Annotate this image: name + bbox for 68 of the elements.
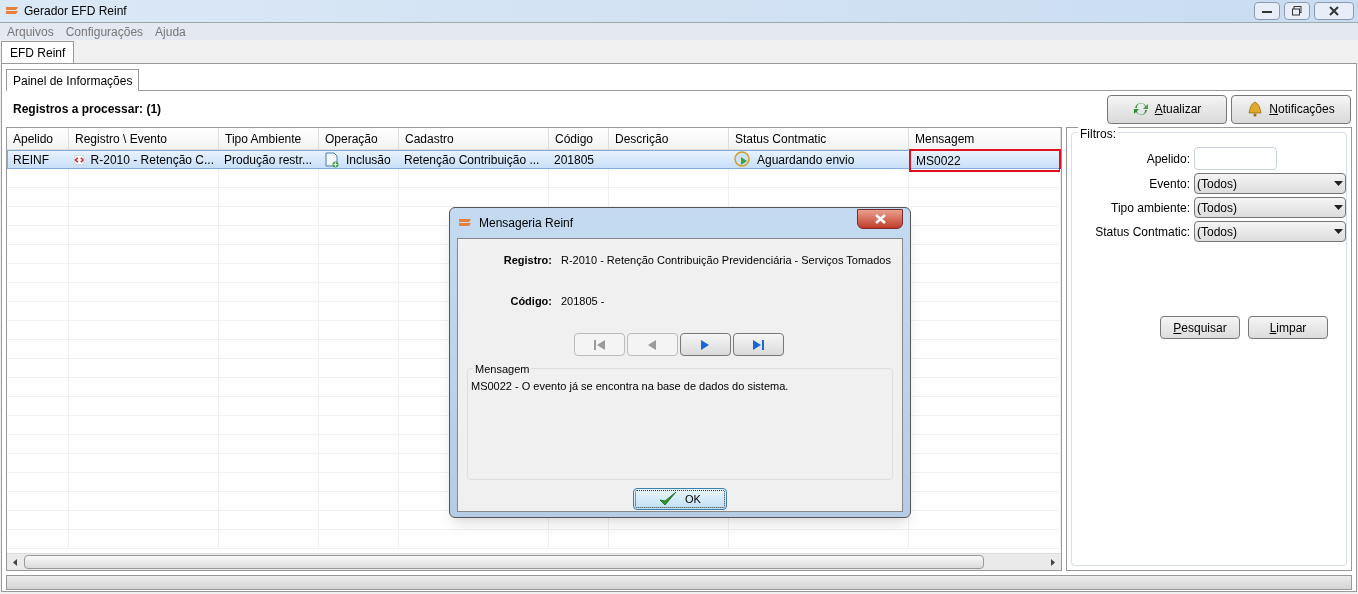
column-header[interactable]: Operação [319, 128, 399, 149]
app-logo-icon [457, 217, 473, 229]
field-value: 201805 - [561, 293, 605, 309]
records-count-label: Registros a processar: (1) [13, 101, 163, 118]
checkmark-icon [659, 491, 678, 507]
close-icon [874, 214, 886, 224]
ok-button[interactable]: OK [633, 488, 727, 510]
column-header[interactable]: Código [549, 128, 609, 149]
bell-icon [1247, 101, 1264, 117]
table-cell-text: R-2010 - Retenção C... [90, 151, 214, 169]
column-header[interactable]: Apelido [7, 128, 69, 149]
field-label: Código: [509, 293, 552, 309]
event-icon [74, 152, 85, 167]
field-value: R-2010 - Retenção Contribuição Previdenciária - Serviços Tomados [561, 252, 891, 268]
tab[interactable]: EFD Reinf [1, 41, 75, 63]
minimize-icon [1262, 9, 1272, 13]
horizontal-scrollbar[interactable] [7, 553, 1061, 570]
field-label: Tipo ambiente: [1110, 199, 1190, 217]
last-arrow-icon [751, 338, 765, 351]
column-header[interactable]: Registro \ Evento [69, 128, 219, 149]
column-header[interactable]: Status Contmatic [729, 128, 909, 149]
dialog-title: Mensageria Reinf [479, 215, 574, 232]
refresh-icon [1132, 101, 1149, 117]
window-title: Gerador EFD Reinf [24, 3, 127, 20]
toolbar-button[interactable]: Atualizar [1107, 94, 1227, 124]
first-arrow-icon [592, 338, 606, 351]
column-header[interactable]: Tipo Ambiente [219, 128, 319, 149]
close-button[interactable] [857, 209, 903, 229]
close-button[interactable] [1314, 2, 1354, 20]
dropdown[interactable]: (Todos) [1194, 221, 1346, 242]
minimize-button[interactable] [1254, 2, 1280, 20]
close-icon [1329, 6, 1339, 16]
table-cell-text: Retenção Contribuição ... [404, 151, 540, 169]
menu-item[interactable]: Arquivos [7, 22, 54, 41]
dropdown[interactable]: (Todos) [1194, 197, 1346, 218]
filter-button[interactable]: Limpar [1248, 316, 1328, 339]
nav-button[interactable] [732, 333, 784, 356]
scroll-thumb[interactable] [24, 555, 984, 569]
text-field[interactable] [1194, 147, 1277, 170]
app-logo-icon [4, 5, 20, 17]
nav-button[interactable] [679, 333, 731, 356]
table-cell-text: MS0022 [916, 152, 961, 170]
table-cell-text: 201805 [554, 151, 595, 169]
table-row[interactable]: REINF R-2010 - Retenção C... Produção restr... Inclusão Retenção Contribuição ... 201805 Aguardando envio MS0022 [7, 150, 1061, 169]
restore-icon [1292, 6, 1302, 16]
field-label: Apelido: [1145, 150, 1190, 168]
menu-item[interactable]: Ajuda [155, 22, 186, 41]
table-cell-text: REINF [13, 151, 49, 169]
field-label: Registro: [502, 252, 552, 268]
column-header[interactable]: Descrição [609, 128, 729, 149]
toolbar-button[interactable]: Notificações [1231, 94, 1351, 124]
dropdown[interactable]: (Todos) [1194, 173, 1346, 194]
table-cell-text: Aguardando envio [757, 151, 855, 169]
document-add-icon [324, 151, 340, 168]
column-header[interactable]: Cadastro [399, 128, 549, 149]
dropdown-arrow-icon [1334, 181, 1343, 186]
tab[interactable]: Painel de Informações [6, 69, 140, 91]
message-text: MS0022 - O evento já se encontra na base de dados do sistema. [471, 380, 789, 392]
dropdown-arrow-icon [1334, 229, 1343, 234]
menu-item[interactable]: Configurações [65, 22, 144, 41]
filter-button[interactable]: Pesquisar [1160, 316, 1240, 339]
restore-button[interactable] [1284, 2, 1310, 20]
dropdown-arrow-icon [1334, 205, 1343, 210]
field-label: Evento: [1148, 175, 1190, 193]
column-header[interactable]: Mensagem [909, 128, 1061, 149]
table-cell-text: Inclusão [346, 151, 391, 169]
table-cell-text: Produção restr... [224, 151, 313, 169]
field-label: Status Contmatic: [1094, 223, 1190, 241]
